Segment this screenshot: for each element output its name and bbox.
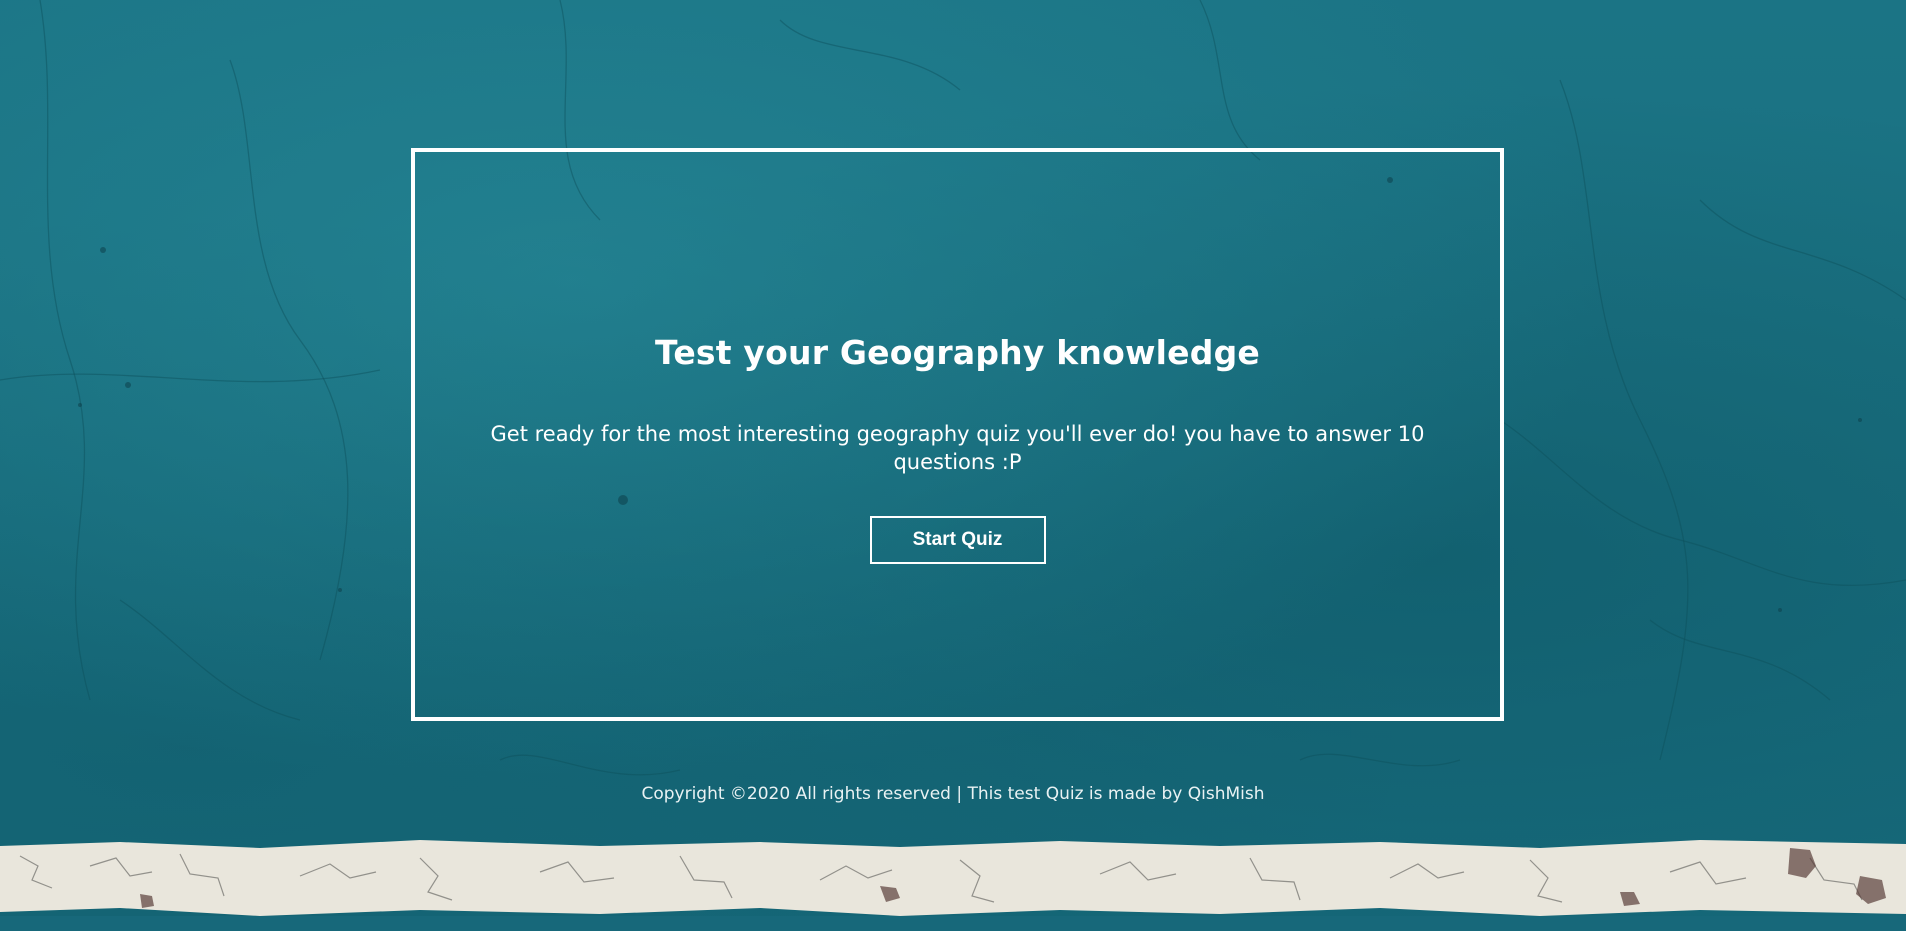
footer-copyright: Copyright ©2020 All rights reserved | Th… — [641, 784, 1265, 804]
quiz-intro-panel: Test your Geography knowledge Get ready … — [411, 148, 1504, 721]
start-quiz-button[interactable]: Start Quiz — [869, 516, 1046, 564]
bottom-edge — [0, 916, 1906, 931]
painted-stripe — [0, 840, 1906, 916]
quiz-description: Get ready for the most interesting geogr… — [490, 422, 1425, 474]
quiz-title: Test your Geography knowledge — [655, 333, 1260, 372]
